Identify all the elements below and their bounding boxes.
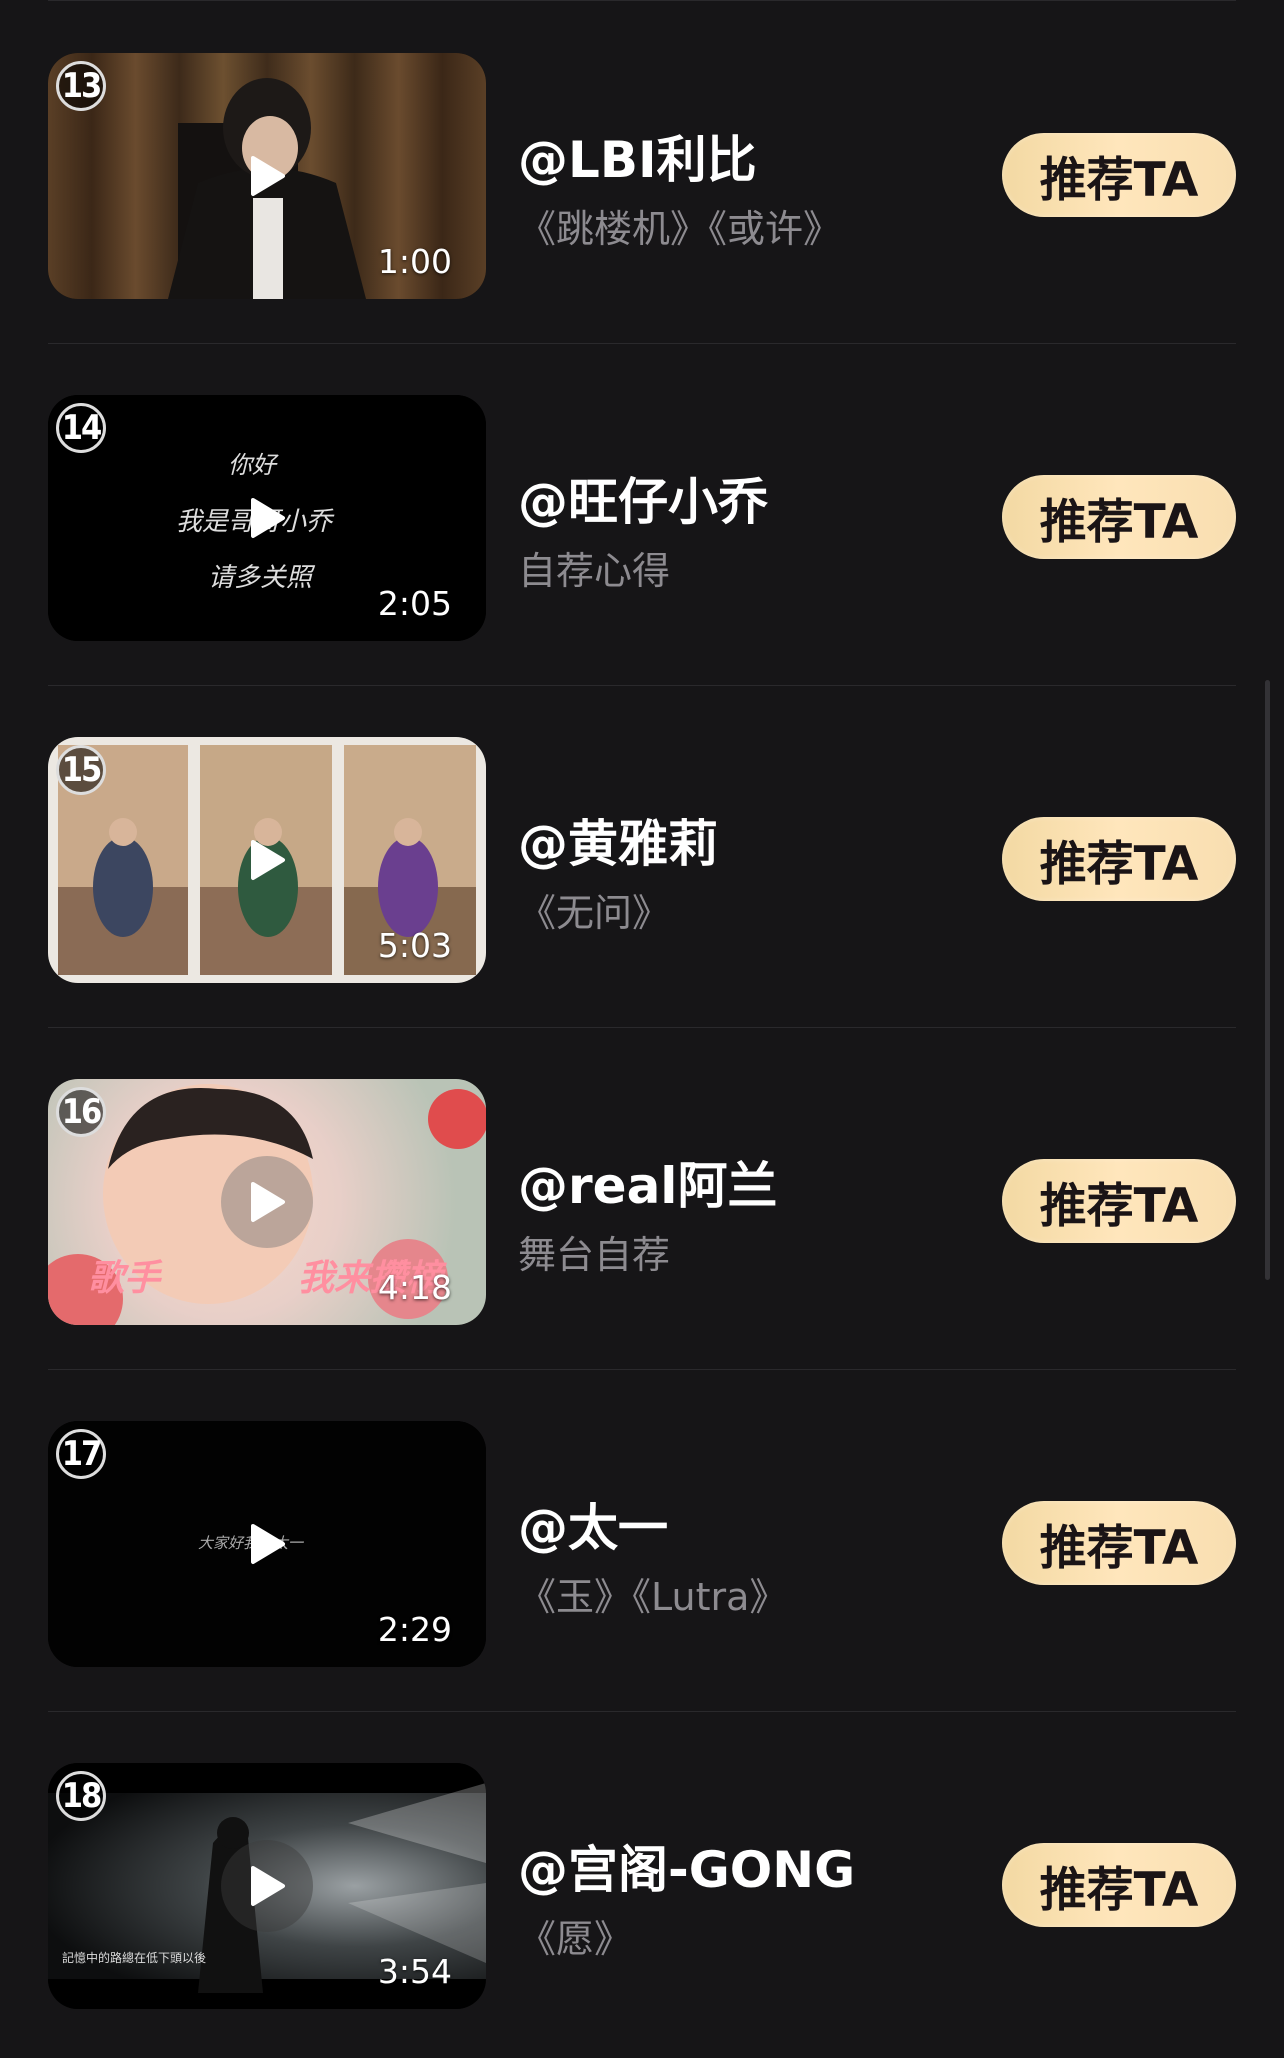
thumbnail-caption: 请多关照 — [208, 563, 313, 593]
play-icon[interactable] — [232, 1509, 302, 1579]
rank-badge: 13 — [56, 61, 106, 111]
subtitle: 自荐心得 — [518, 549, 671, 593]
subtitle: 舞台自荐 — [518, 1233, 671, 1277]
video-duration: 4:18 — [377, 1268, 452, 1307]
rank-badge: 14 — [56, 403, 106, 453]
subtitle: 《愿》 — [518, 1917, 633, 1961]
top-divider — [48, 0, 1236, 1]
list-item: 歌手 我来攒榜 16 4:18 @real阿兰 舞台自荐 推荐TA — [0, 1028, 1284, 1370]
recommend-button[interactable]: 推荐TA — [1002, 1159, 1236, 1243]
subtitle: 《跳楼机》《或许》 — [518, 207, 842, 251]
username[interactable]: @旺仔小乔 — [518, 462, 768, 534]
video-thumbnail[interactable]: 大家好我是太一 17 2:29 — [48, 1421, 486, 1667]
list-item: 15 5:03 @黄雅莉 《无问》 推荐TA — [0, 686, 1284, 1028]
rank-badge: 15 — [56, 745, 106, 795]
thumbnail-caption: 記憶中的路總在低下頭以後 — [62, 1951, 207, 1965]
recommend-button[interactable]: 推荐TA — [1002, 1501, 1236, 1585]
video-duration: 5:03 — [377, 926, 452, 965]
list-item: 13 1:00 @LBI利比 《跳楼机》《或许》 推荐TA — [0, 2, 1284, 344]
video-duration: 2:29 — [377, 1610, 452, 1649]
video-thumbnail[interactable]: 13 1:00 — [48, 53, 486, 299]
recommend-button[interactable]: 推荐TA — [1002, 817, 1236, 901]
subtitle: 《玉》《Lutra》 — [518, 1575, 788, 1619]
username[interactable]: @宫阁-GONG — [518, 1830, 855, 1902]
scrollbar[interactable] — [1265, 680, 1270, 1280]
list-item: 你好 我是哥哥小乔 请多关照 14 2:05 @旺仔小乔 自荐心得 推荐TA — [0, 344, 1284, 686]
video-duration: 2:05 — [377, 584, 452, 623]
rank-badge: 18 — [56, 1771, 106, 1821]
list-item: 大家好我是太一 17 2:29 @太一 《玉》《Lutra》 推荐TA — [0, 1370, 1284, 1712]
username[interactable]: @黄雅莉 — [518, 804, 718, 876]
video-duration: 3:54 — [377, 1952, 452, 1991]
play-icon[interactable] — [232, 825, 302, 895]
username[interactable]: @LBI利比 — [518, 120, 757, 192]
play-icon[interactable] — [221, 1156, 313, 1248]
play-icon[interactable] — [232, 141, 302, 211]
thumbnail-caption: 你好 — [228, 451, 276, 479]
play-icon[interactable] — [221, 1840, 313, 1932]
rank-badge: 16 — [56, 1087, 106, 1137]
thumbnail-caption: 歌手 — [88, 1258, 161, 1299]
play-icon[interactable] — [232, 483, 302, 553]
recommend-button[interactable]: 推荐TA — [1002, 1843, 1236, 1927]
video-thumbnail[interactable]: 歌手 我来攒榜 16 4:18 — [48, 1079, 486, 1325]
recommend-button[interactable]: 推荐TA — [1002, 475, 1236, 559]
video-thumbnail[interactable]: 記憶中的路總在低下頭以後 18 3:54 — [48, 1763, 486, 2009]
recommend-button[interactable]: 推荐TA — [1002, 133, 1236, 217]
rank-badge: 17 — [56, 1429, 106, 1479]
video-thumbnail[interactable]: 你好 我是哥哥小乔 请多关照 14 2:05 — [48, 395, 486, 641]
video-duration: 1:00 — [377, 242, 452, 281]
list-item: 記憶中的路總在低下頭以後 18 3:54 @宫阁-GONG 《愿》 推荐TA — [0, 1712, 1284, 2054]
video-thumbnail[interactable]: 15 5:03 — [48, 737, 486, 983]
subtitle: 《无问》 — [518, 891, 671, 935]
username[interactable]: @real阿兰 — [518, 1146, 777, 1218]
username[interactable]: @太一 — [518, 1488, 668, 1560]
